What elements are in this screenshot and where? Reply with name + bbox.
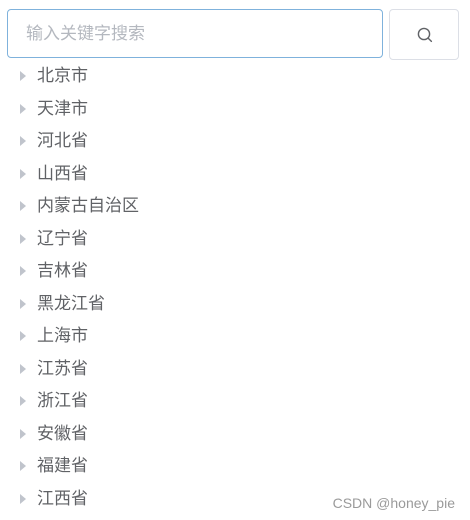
tree-node[interactable]: 安徽省	[0, 418, 470, 451]
caret-right-icon[interactable]	[20, 461, 26, 471]
tree-node[interactable]: 浙江省	[0, 385, 470, 418]
tree-node-label: 吉林省	[37, 261, 88, 281]
search-input[interactable]	[7, 9, 383, 58]
caret-right-icon[interactable]	[20, 136, 26, 146]
caret-right-icon[interactable]	[20, 266, 26, 276]
search-icon	[417, 27, 433, 43]
caret-right-icon[interactable]	[20, 103, 26, 114]
tree-node-label: 河北省	[37, 131, 88, 151]
tree-node[interactable]: 内蒙古自治区	[0, 190, 470, 223]
tree-node-label: 北京市	[37, 66, 88, 86]
tree-node[interactable]: 北京市	[0, 60, 470, 93]
region-tree: 北京市 天津市 河北省 山西省 内蒙古自治区 辽宁省 吉林省 黑龙江省 上海市 …	[0, 60, 470, 515]
caret-right-icon[interactable]	[20, 168, 26, 179]
tree-node-label: 福建省	[37, 456, 88, 476]
tree-node[interactable]: 辽宁省	[0, 223, 470, 256]
tree-node-label: 上海市	[37, 326, 88, 346]
tree-node-label: 内蒙古自治区	[37, 196, 139, 216]
tree-node-label: 江苏省	[37, 358, 88, 379]
caret-right-icon[interactable]	[20, 331, 26, 341]
tree-node-label: 安徽省	[37, 423, 88, 444]
caret-right-icon[interactable]	[20, 298, 26, 309]
tree-node-label: 天津市	[37, 98, 88, 119]
caret-right-icon[interactable]	[20, 233, 26, 244]
caret-right-icon[interactable]	[20, 493, 26, 504]
tree-node-label: 黑龙江省	[37, 293, 105, 314]
tree-node[interactable]: 天津市	[0, 93, 470, 126]
tree-node-label: 辽宁省	[37, 228, 88, 249]
caret-right-icon[interactable]	[20, 201, 26, 211]
tree-node[interactable]: 黑龙江省	[0, 288, 470, 321]
tree-node[interactable]: 河北省	[0, 125, 470, 158]
tree-node-label: 江西省	[37, 488, 88, 509]
tree-node[interactable]: 山西省	[0, 158, 470, 191]
caret-right-icon[interactable]	[20, 71, 26, 81]
tree-node-label: 山西省	[37, 163, 88, 184]
watermark: CSDN @honey_pie	[332, 495, 455, 511]
tree-node[interactable]: 吉林省	[0, 255, 470, 288]
caret-right-icon[interactable]	[20, 428, 26, 439]
caret-right-icon[interactable]	[20, 396, 26, 406]
tree-node[interactable]: 上海市	[0, 320, 470, 353]
tree-node[interactable]: 福建省	[0, 450, 470, 483]
tree-node[interactable]: 江苏省	[0, 353, 470, 386]
caret-right-icon[interactable]	[20, 363, 26, 374]
search-button[interactable]	[389, 9, 459, 60]
tree-node-label: 浙江省	[37, 391, 88, 411]
